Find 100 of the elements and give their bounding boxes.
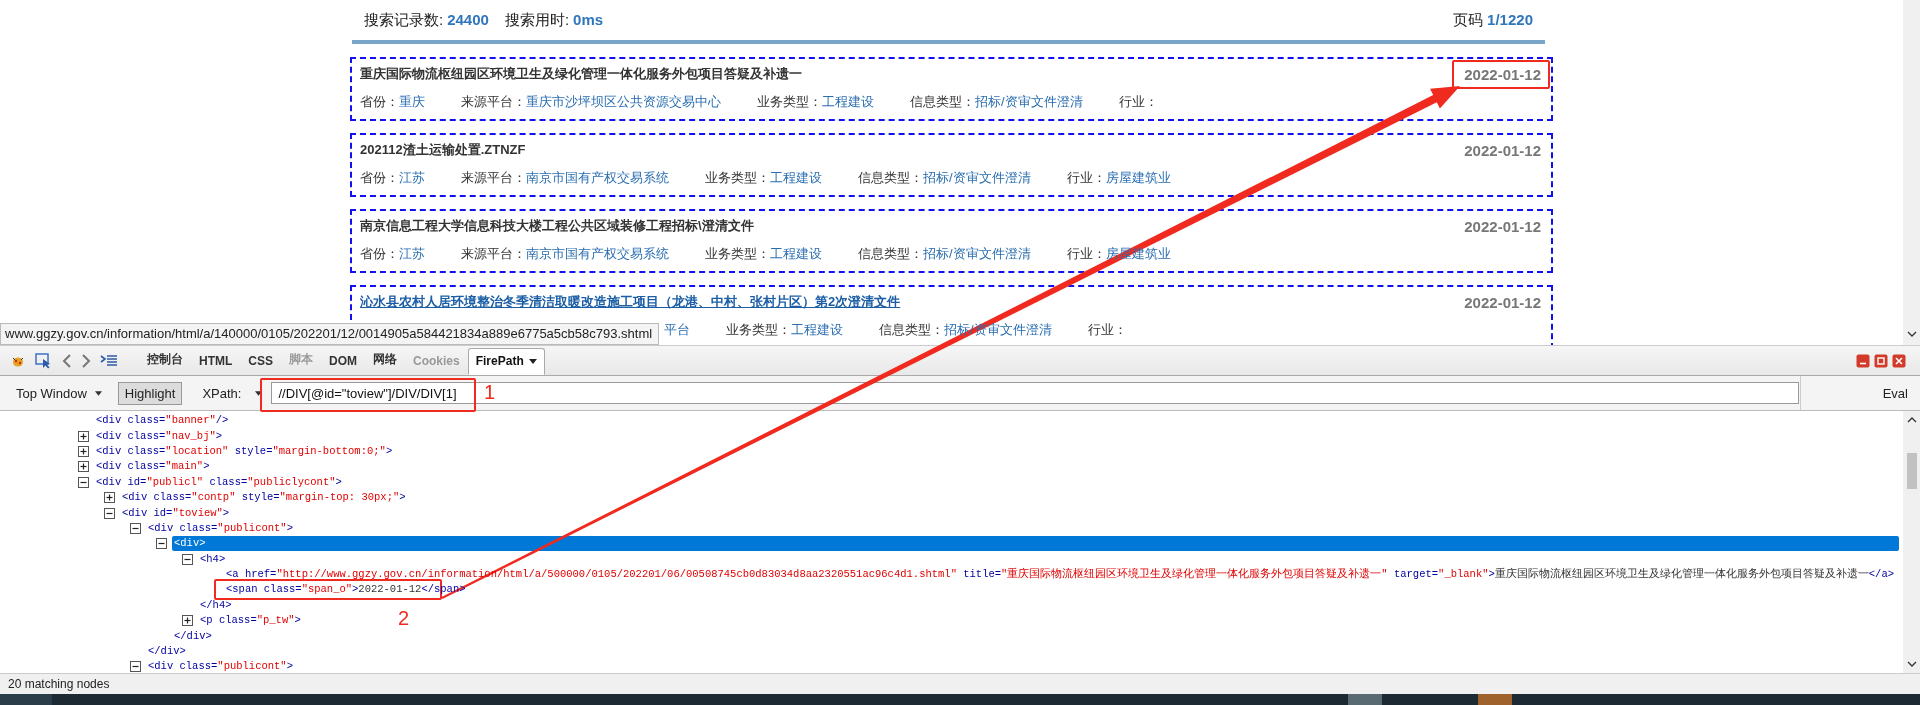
scrollbar-thumb[interactable] — [1906, 453, 1917, 489]
code-line[interactable]: <div id="toview"> — [120, 505, 232, 521]
result-title-link[interactable]: 沁水县农村人居环境整治冬季清洁取暖改造施工项目（龙港、中村、张村片区）第2次澄清文件 — [360, 293, 901, 311]
meta-value: 江苏 — [399, 170, 425, 185]
devtools-tab[interactable]: 控制台 — [139, 345, 191, 375]
command-line-icon[interactable] — [100, 353, 118, 368]
code-line[interactable]: <h4> — [198, 551, 228, 567]
code-line: </div> — [173, 628, 213, 644]
match-count-text: 20 matching nodes — [8, 677, 110, 691]
devtools-tab[interactable]: CSS — [240, 348, 281, 375]
result-date: 2022-01-12 — [1464, 293, 1541, 311]
code-line[interactable]: <p class="p_tw"> — [198, 613, 303, 629]
meta-label: 业务类型： — [705, 246, 770, 261]
meta-value: 工程建设 — [822, 94, 874, 109]
meta-value: 招标/资审文件澄清 — [923, 170, 1031, 185]
meta-label: 信息类型： — [910, 94, 975, 109]
chevron-up-icon[interactable] — [1906, 417, 1917, 423]
code-line[interactable]: <div id="publicl" class="publiclycont"> — [94, 474, 344, 490]
result-title-link[interactable]: 重庆国际物流枢纽园区环境卫生及绿化管理一体化服务外包项目答疑及补遗一 — [360, 65, 802, 83]
plus-box-icon[interactable] — [182, 615, 193, 627]
caret-icon[interactable] — [528, 358, 537, 364]
code-line[interactable]: <div class="nav_bj"> — [94, 428, 225, 444]
devtools-tab[interactable]: HTML — [191, 348, 241, 375]
minimize-icon[interactable] — [1856, 353, 1870, 368]
minus-box-icon[interactable] — [104, 507, 115, 519]
minus-box-icon[interactable] — [130, 522, 141, 534]
search-time-label: 搜索用时: — [504, 10, 570, 28]
meta-value: 房屋建筑业 — [1105, 170, 1171, 185]
plus-box-icon[interactable] — [78, 445, 89, 457]
caret-icon[interactable] — [255, 390, 263, 396]
meta-label: 省份： — [360, 246, 399, 261]
devtools-tab[interactable]: 网络 — [365, 345, 405, 375]
annotation-number: 2 — [398, 607, 410, 630]
meta-label: 来源平台： — [461, 94, 526, 109]
minus-box-icon[interactable] — [78, 476, 89, 488]
meta-label: 省份： — [360, 94, 399, 109]
devtools-tab[interactable]: DOM — [321, 348, 365, 375]
meta-label: 信息类型： — [858, 170, 923, 185]
meta-label: 行业： — [1118, 94, 1158, 109]
code-line[interactable]: <div class="publicont"> — [146, 520, 295, 536]
chevron-right-icon[interactable] — [81, 352, 91, 369]
search-time: 0ms — [573, 10, 604, 28]
page-number: 1/1220 — [1487, 10, 1533, 28]
meta-label: 来源平台： — [461, 170, 526, 185]
meta-value: 工程建设 — [770, 170, 822, 185]
minus-box-icon[interactable] — [182, 553, 193, 565]
plus-box-icon[interactable] — [78, 461, 89, 473]
chevron-left-icon[interactable] — [62, 352, 72, 369]
meta-label: 信息类型： — [858, 246, 923, 261]
frame-dropdown[interactable]: Top Window — [8, 382, 110, 404]
scrollbar[interactable] — [1903, 0, 1920, 345]
record-count: 24400 — [447, 10, 489, 28]
meta-label: 业务类型： — [757, 94, 822, 109]
meta-label: 行业： — [1087, 322, 1127, 337]
devtools-tab[interactable]: FirePath — [467, 348, 545, 375]
code-line[interactable]: <div class="location" style="margin-bottom:0;"> — [94, 443, 395, 459]
result-title-link[interactable]: 202112渣土运输处置.ZTNZF — [360, 141, 526, 159]
chevron-down-icon[interactable] — [1906, 661, 1917, 667]
caret-icon[interactable] — [94, 390, 102, 396]
result-date: 2022-01-12 — [1464, 217, 1541, 235]
code-line: </div> — [147, 644, 187, 660]
result-date: 2022-01-12 — [1464, 65, 1541, 83]
plus-box-icon[interactable] — [104, 492, 115, 504]
meta-value: 工程建设 — [770, 246, 822, 261]
meta-value: 南京市国有产权交易系统 — [526, 246, 669, 261]
annotation-number: 1 — [484, 381, 496, 404]
link-url-tooltip: www.ggzy.gov.cn/information/html/a/140000/0105/202201/12/0014905a584421834a889e6775a5cb58c793.shtml — [0, 323, 660, 345]
meta-value: 工程建设 — [791, 322, 843, 337]
meta-label: 信息类型： — [879, 322, 944, 337]
code-line[interactable]: <div class="main"> — [94, 459, 212, 475]
code-line[interactable]: <div class="contp" style="margin-top: 30px;"> — [120, 490, 408, 506]
record-count-label: 搜索记录数: — [364, 10, 444, 28]
meta-value: 招标/资审文件澄清 — [923, 246, 1031, 261]
meta-value: 江苏 — [399, 246, 425, 261]
scrollbar[interactable] — [1903, 411, 1920, 673]
result-date: 2022-01-12 — [1464, 141, 1541, 159]
meta-value: 南京市国有产权交易系统 — [526, 170, 669, 185]
code-line: </h4> — [199, 597, 233, 613]
code-line[interactable]: <div class="banner"/> — [94, 413, 231, 429]
close-icon[interactable] — [1892, 353, 1906, 368]
meta-value: 招标/资审文件澄清 — [975, 94, 1083, 109]
result-title-link[interactable]: 南京信息工程大学信息科技大楼工程公共区域装修工程招标\澄清文件 — [360, 217, 754, 235]
minus-box-icon[interactable] — [156, 538, 167, 550]
chevron-down-icon[interactable] — [1906, 331, 1917, 337]
page-label: 页码 — [1453, 10, 1484, 28]
minus-box-icon[interactable] — [130, 661, 141, 673]
restore-icon[interactable] — [1874, 353, 1888, 368]
meta-label: 业务类型： — [705, 170, 770, 185]
meta-label: 来源平台： — [461, 246, 526, 261]
meta-label: 省份： — [360, 170, 399, 185]
meta-value: 重庆市沙坪坝区公共资源交易中心 — [526, 94, 721, 109]
code-line[interactable]: <div class="publicont"> — [146, 659, 295, 673]
meta-value: 重庆 — [399, 94, 425, 109]
meta-label: 行业： — [1066, 170, 1106, 185]
plus-box-icon[interactable] — [78, 430, 89, 442]
highlight-button[interactable]: Highlight — [117, 381, 183, 405]
xpath-label: XPath: — [202, 385, 242, 401]
meta-value: 平台 — [664, 321, 690, 339]
meta-label: 行业： — [1066, 246, 1106, 261]
meta-label: 业务类型： — [726, 322, 791, 337]
